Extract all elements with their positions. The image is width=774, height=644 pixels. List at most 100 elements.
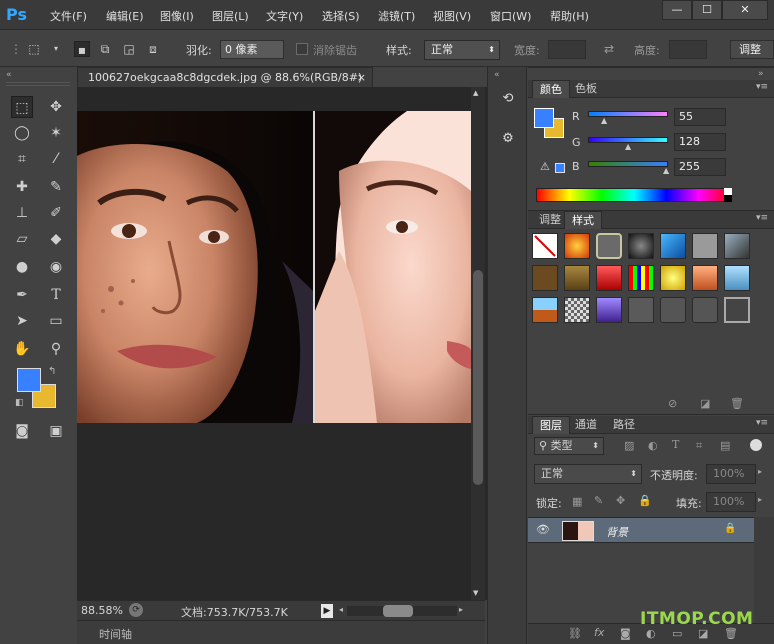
add-selection-icon[interactable]: ⧉: [97, 41, 113, 57]
tab-swatches[interactable]: 色板: [568, 80, 604, 98]
delete-style-icon[interactable]: 🗑: [730, 397, 744, 410]
fg-swatch[interactable]: [534, 108, 554, 128]
filter-smart-icon[interactable]: ▤: [720, 439, 730, 452]
scroll-left-icon[interactable]: ◂: [339, 605, 343, 614]
tab-color[interactable]: 颜色: [532, 80, 570, 98]
bucket-tool-icon[interactable]: ◆: [45, 228, 67, 250]
timeline-label[interactable]: 时间轴: [99, 626, 132, 642]
info-menu-icon[interactable]: ▶: [321, 604, 333, 618]
swap-colors-icon[interactable]: ↰: [48, 366, 56, 377]
lasso-tool-icon[interactable]: ◯: [11, 122, 33, 144]
scroll-down-icon[interactable]: ▼: [473, 589, 478, 597]
zoom-level[interactable]: 88.58%: [81, 604, 123, 617]
mask-icon[interactable]: ◙: [620, 627, 631, 640]
rect-marquee-tool-icon[interactable]: ⬚: [11, 96, 33, 118]
opacity-input[interactable]: 100%: [706, 464, 756, 484]
type-tool-icon[interactable]: T: [45, 284, 67, 306]
move-tool-icon[interactable]: ✥: [45, 96, 67, 118]
g-slider-handle[interactable]: ▲: [625, 142, 631, 151]
zoom-tool-icon[interactable]: ⚲: [45, 338, 67, 360]
filter-type-icon[interactable]: T: [672, 438, 679, 451]
pen-tool-icon[interactable]: ✒: [11, 284, 33, 306]
style-15[interactable]: [532, 297, 558, 323]
intersect-selection-icon[interactable]: ⧈: [145, 41, 161, 57]
style-16[interactable]: [564, 297, 590, 323]
ramp-white[interactable]: [724, 188, 732, 195]
eraser-tool-icon[interactable]: ▱: [11, 228, 33, 250]
ramp-black[interactable]: [724, 195, 732, 202]
style-select[interactable]: 正常 ⬍: [424, 40, 500, 60]
style-14[interactable]: [724, 265, 750, 291]
fx-icon[interactable]: fx: [594, 626, 604, 639]
layers-scroll-track[interactable]: [754, 517, 774, 623]
path-select-tool-icon[interactable]: ➤: [11, 310, 33, 332]
shape-tool-icon[interactable]: ▭: [45, 310, 67, 332]
foreground-color-fill[interactable]: [17, 368, 41, 392]
blend-mode-select[interactable]: 正常 ⬍: [534, 464, 642, 484]
expand-left-icon[interactable]: «: [494, 70, 500, 80]
filter-toggle[interactable]: [750, 439, 762, 451]
lock-pixels-icon[interactable]: ▦: [572, 495, 582, 508]
layers-menu-icon[interactable]: ▾≡: [756, 418, 768, 428]
gamut-warning-icon[interactable]: ⚠: [540, 160, 550, 173]
tab-paths[interactable]: 路径: [606, 416, 642, 434]
menu-select[interactable]: 选择(S): [322, 8, 360, 24]
document-image[interactable]: [77, 111, 471, 423]
default-colors-icon[interactable]: ◧: [15, 398, 24, 408]
menu-file[interactable]: 文件(F): [50, 8, 87, 24]
websafe-swatch[interactable]: [555, 163, 565, 173]
collapse-icon[interactable]: «: [6, 70, 12, 80]
stamp-tool-icon[interactable]: ⊥: [11, 202, 33, 224]
new-selection-icon[interactable]: ▪: [74, 41, 90, 57]
styles-menu-icon[interactable]: ▾≡: [756, 213, 768, 223]
filter-pixel-icon[interactable]: ▨: [624, 439, 634, 452]
style-21[interactable]: [724, 297, 750, 323]
vertical-scroll-thumb[interactable]: [473, 270, 483, 485]
blur-tool-icon[interactable]: ●: [11, 256, 33, 278]
fill-arrow-icon[interactable]: ▸: [758, 495, 762, 504]
height-input[interactable]: [669, 40, 707, 59]
layer-name[interactable]: 背景: [606, 524, 628, 540]
b-value[interactable]: 255: [674, 158, 726, 176]
style-8[interactable]: [532, 265, 558, 291]
subtract-selection-icon[interactable]: ◲: [121, 41, 137, 57]
history-icon[interactable]: ⟲: [498, 91, 518, 111]
menu-edit[interactable]: 编辑(E): [106, 8, 144, 24]
link-icon[interactable]: ⛓: [568, 627, 582, 640]
tab-styles[interactable]: 样式: [564, 211, 602, 229]
style-4[interactable]: [628, 233, 654, 259]
style-none[interactable]: [532, 233, 558, 259]
tab-channels[interactable]: 通道: [568, 416, 604, 434]
rect-marquee-icon[interactable]: ⬚: [26, 41, 42, 57]
style-17[interactable]: [596, 297, 622, 323]
restore-button[interactable]: ☐: [692, 0, 722, 20]
style-9[interactable]: [564, 265, 590, 291]
swap-icon[interactable]: ⇄: [601, 41, 617, 57]
screen-mode-icon[interactable]: ▣: [45, 420, 67, 442]
style-20[interactable]: [692, 297, 718, 323]
doc-info[interactable]: 文档:753.7K/753.7K: [181, 604, 288, 620]
tab-layers[interactable]: 图层: [532, 416, 570, 434]
properties-icon[interactable]: ⚙: [498, 131, 518, 151]
magic-wand-tool-icon[interactable]: ✶: [45, 122, 67, 144]
antialias-checkbox[interactable]: [296, 43, 308, 55]
style-10[interactable]: [596, 265, 622, 291]
style-6[interactable]: [692, 233, 718, 259]
lock-all-icon[interactable]: 🔒: [638, 494, 652, 507]
style-18[interactable]: [628, 297, 654, 323]
r-slider-handle[interactable]: ▲: [601, 116, 607, 125]
close-button[interactable]: ✕: [722, 0, 768, 20]
filter-shape-icon[interactable]: ⌗: [696, 439, 702, 453]
eyedropper-tool-icon[interactable]: ⁄: [45, 148, 67, 170]
feather-input[interactable]: 0 像素: [220, 40, 284, 59]
style-5[interactable]: [660, 233, 686, 259]
crop-tool-icon[interactable]: ⌗: [11, 148, 33, 170]
close-tab-icon[interactable]: ×: [357, 68, 366, 87]
fill-input[interactable]: 100%: [706, 492, 756, 512]
lock-paint-icon[interactable]: ✎: [594, 494, 603, 507]
menu-layer[interactable]: 图层(L): [212, 8, 249, 24]
scroll-up-icon[interactable]: ▲: [473, 89, 478, 97]
style-2[interactable]: [564, 233, 590, 259]
new-style-icon[interactable]: ◪: [700, 397, 710, 410]
layer-row-background[interactable]: 👁 背景 🔒: [528, 517, 754, 543]
